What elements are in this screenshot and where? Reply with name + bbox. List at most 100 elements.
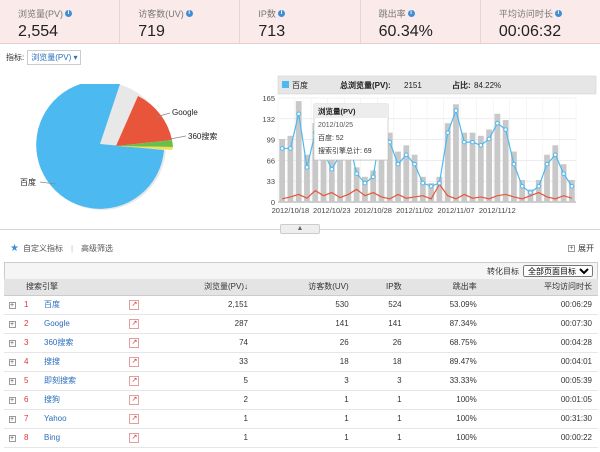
chart-point[interactable] — [561, 171, 566, 176]
external-link-icon[interactable]: ↗ — [122, 371, 146, 390]
row-pv: 5 — [243, 376, 248, 385]
expand-all[interactable]: + 展开 — [568, 243, 594, 254]
chart-bar[interactable] — [419, 176, 426, 202]
table-row[interactable]: +1 百度 ↗ 2,151 530 524 53.09% 00:06:29 — [4, 295, 598, 314]
row-rank: 8 — [24, 433, 29, 442]
pie-label-baidu: 百度 — [20, 177, 36, 187]
expand-row-icon[interactable]: + — [4, 371, 20, 390]
chart-point[interactable] — [296, 111, 301, 117]
chart-point[interactable] — [511, 161, 517, 167]
chart-point[interactable] — [453, 108, 459, 113]
row-engine-name[interactable]: Google — [38, 314, 122, 333]
chart-point[interactable] — [461, 139, 467, 145]
chart-bar[interactable] — [511, 151, 517, 202]
expand-row-icon[interactable]: + — [4, 390, 20, 409]
row-rank: 5 — [24, 376, 29, 385]
row-avg-time: 00:04:28 — [560, 338, 592, 347]
table-row[interactable]: +3 360搜索 ↗ 74 26 26 68.75% 00:04:28 — [4, 333, 598, 352]
row-engine-name[interactable]: 搜搜 — [38, 352, 122, 371]
chart-point[interactable] — [288, 146, 293, 151]
chart-bar[interactable] — [287, 135, 294, 202]
total-value: 2151 — [404, 81, 422, 90]
expand-row-icon[interactable]: + — [4, 428, 20, 447]
expand-row-icon[interactable]: + — [4, 409, 20, 428]
chart-point[interactable] — [354, 171, 359, 176]
th-pv[interactable]: 浏览量(PV)↓ — [146, 279, 254, 296]
chart-point[interactable] — [395, 161, 401, 167]
chart-point[interactable] — [528, 190, 533, 195]
expand-row-icon[interactable]: + — [4, 352, 20, 371]
convert-select[interactable]: 全部页面目标 — [523, 265, 593, 277]
chart-point[interactable] — [412, 161, 417, 167]
chart-point[interactable] — [486, 136, 492, 142]
collapse-toggle[interactable]: ▲ — [280, 224, 320, 234]
table-row[interactable]: +6 搜狗 ↗ 2 1 1 100% 00:01:05 — [4, 390, 598, 409]
external-link-icon[interactable]: ↗ — [122, 428, 146, 447]
row-engine-name[interactable]: 即刻搜索 — [38, 371, 122, 390]
y-tick-label: 66 — [267, 156, 275, 165]
external-link-icon[interactable]: ↗ — [122, 390, 146, 409]
external-link-icon[interactable]: ↗ — [122, 352, 146, 371]
chart-bar[interactable] — [304, 154, 310, 202]
chart-point[interactable] — [428, 183, 434, 189]
chart-point[interactable] — [478, 142, 484, 148]
expand-row-icon[interactable]: + — [4, 314, 20, 333]
chart-point[interactable] — [304, 165, 310, 170]
external-link-icon[interactable]: ↗ — [122, 295, 146, 314]
row-uv: 1 — [344, 395, 349, 404]
chart-bar[interactable] — [535, 179, 542, 202]
custom-metric-link[interactable]: 自定义指标 — [23, 243, 63, 254]
table-row[interactable]: +7 Yahoo ↗ 1 1 1 100% 00:31:30 — [4, 409, 598, 428]
chart-point[interactable] — [362, 180, 368, 186]
chart-point[interactable] — [553, 152, 558, 158]
chart-point[interactable] — [503, 127, 508, 132]
chart-point[interactable] — [569, 183, 575, 189]
row-engine-name[interactable]: 搜狗 — [38, 390, 122, 409]
expand-row-icon[interactable]: + — [4, 333, 20, 352]
chart-point[interactable] — [519, 183, 525, 189]
chart-point[interactable] — [329, 166, 335, 172]
table-row[interactable]: +2 Google ↗ 287 141 141 87.34% 00:07:30 — [4, 314, 598, 333]
table-row[interactable]: +4 搜搜 ↗ 33 18 18 89.47% 00:04:01 — [4, 352, 598, 371]
info-icon[interactable]: i — [65, 10, 73, 17]
info-icon[interactable]: i — [185, 10, 193, 17]
external-link-icon[interactable]: ↗ — [122, 409, 146, 428]
metric-dropdown[interactable]: 浏览量(PV) ▾ — [27, 50, 82, 65]
table-row[interactable]: +8 Bing ↗ 1 1 1 100% 00:00:22 — [4, 428, 598, 447]
chart-point[interactable] — [445, 130, 450, 135]
row-engine-name[interactable]: Bing — [38, 428, 122, 447]
stat-value: 00:06:32 — [498, 23, 562, 40]
th-avg-time[interactable]: 平均访问时长 — [482, 279, 598, 296]
th-ip[interactable]: IP数 — [354, 279, 408, 296]
info-icon[interactable]: i — [277, 10, 285, 17]
chart-point[interactable] — [420, 180, 426, 186]
info-icon[interactable]: i — [407, 10, 415, 17]
chart-point[interactable] — [495, 120, 500, 126]
chart-point[interactable] — [387, 139, 393, 145]
info-icon[interactable]: i — [554, 10, 562, 17]
chart-point[interactable] — [370, 174, 376, 180]
expand-row-icon[interactable]: + — [4, 295, 20, 314]
row-uv: 3 — [344, 376, 349, 385]
chart-point[interactable] — [544, 161, 550, 167]
row-avg-time: 00:05:39 — [560, 376, 592, 385]
advanced-filter-link[interactable]: 高级筛选 — [81, 243, 113, 254]
chart-bar[interactable] — [502, 120, 509, 202]
chart-point[interactable] — [536, 183, 542, 189]
row-engine-name[interactable]: Yahoo — [38, 409, 122, 428]
th-uv[interactable]: 访客数(UV) — [253, 279, 355, 296]
chart-point[interactable] — [470, 139, 475, 145]
legend-swatch — [282, 81, 289, 88]
external-link-icon[interactable]: ↗ — [122, 314, 146, 333]
row-engine-name[interactable]: 百度 — [38, 295, 122, 314]
row-rank: 6 — [24, 395, 29, 404]
external-link-icon[interactable]: ↗ — [122, 333, 146, 352]
chart-point[interactable] — [437, 180, 442, 186]
chart-point[interactable] — [279, 146, 285, 151]
chart-point[interactable] — [404, 152, 409, 158]
table-row[interactable]: +5 即刻搜索 ↗ 5 3 3 33.33% 00:05:39 — [4, 371, 598, 390]
th-bounce[interactable]: 跳出率 — [407, 279, 483, 296]
th-spacer — [4, 279, 20, 296]
row-engine-name[interactable]: 360搜索 — [38, 333, 122, 352]
th-engine[interactable]: 搜索引擎 — [20, 279, 123, 296]
